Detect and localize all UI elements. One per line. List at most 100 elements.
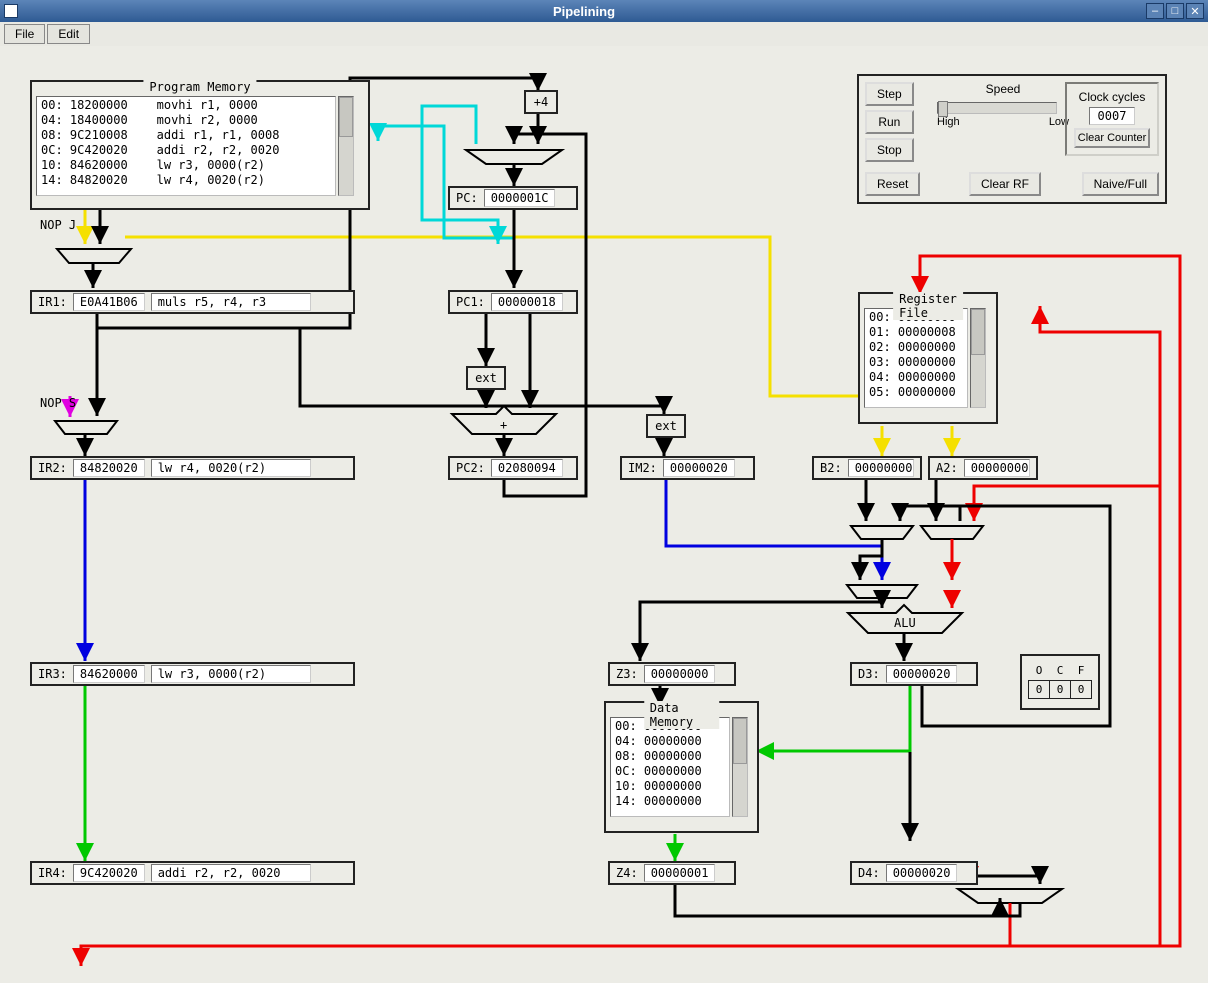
d3-register: D3: 00000020 bbox=[850, 662, 978, 686]
ir1-asm: muls r5, r4, r3 bbox=[151, 293, 311, 311]
register-file-caption: Register File bbox=[893, 292, 963, 320]
menu-edit[interactable]: Edit bbox=[47, 24, 90, 44]
im2-value: 00000020 bbox=[663, 459, 735, 477]
menu-file[interactable]: File bbox=[4, 24, 45, 44]
nop-j-label: NOP J bbox=[40, 218, 76, 232]
ocf-value-o: 0 bbox=[1029, 680, 1050, 698]
window-maximize-button[interactable]: □ bbox=[1166, 3, 1184, 19]
rf-row: 05: 00000000 bbox=[869, 385, 963, 400]
rf-row: 02: 00000000 bbox=[869, 340, 963, 355]
clock-cycles-value: 0007 bbox=[1089, 107, 1135, 125]
pc1-label: PC1: bbox=[456, 295, 485, 309]
z4-register: Z4: 00000001 bbox=[608, 861, 736, 885]
a2-label: A2: bbox=[936, 461, 958, 475]
nop-s-label: NOP S bbox=[40, 396, 76, 410]
alu-label: ALU bbox=[894, 616, 916, 630]
dm-row: 0C: 00000000 bbox=[615, 764, 725, 779]
ir1-hex: E0A41B06 bbox=[73, 293, 145, 311]
dm-row: 14: 00000000 bbox=[615, 794, 725, 809]
z3-label: Z3: bbox=[616, 667, 638, 681]
dm-row: 08: 00000000 bbox=[615, 749, 725, 764]
d4-register: D4: 00000020 bbox=[850, 861, 978, 885]
clear-rf-button[interactable]: Clear RF bbox=[969, 172, 1041, 196]
ocf-table: O C F 0 0 0 bbox=[1028, 662, 1092, 699]
stop-button[interactable]: Stop bbox=[865, 138, 914, 162]
rf-row: 04: 00000000 bbox=[869, 370, 963, 385]
pc1-value: 00000018 bbox=[491, 293, 563, 311]
pc2-value: 02080094 bbox=[491, 459, 563, 477]
ocf-header-c: C bbox=[1050, 662, 1071, 680]
pc-label: PC: bbox=[456, 191, 478, 205]
ir3-asm: lw r3, 0000(r2) bbox=[151, 665, 311, 683]
pm-row: 14: 84820020 lw r4, 0020(r2) bbox=[41, 173, 331, 188]
b2-value: 00000000 bbox=[848, 459, 914, 477]
z4-label: Z4: bbox=[616, 866, 638, 880]
data-memory-list[interactable]: 00: 00000000 04: 00000000 08: 00000000 0… bbox=[610, 717, 730, 817]
b2-label: B2: bbox=[820, 461, 842, 475]
window-close-button[interactable]: ✕ bbox=[1186, 3, 1204, 19]
pc-value: 0000001C bbox=[484, 189, 556, 207]
plus-label: + bbox=[500, 418, 507, 432]
ext2-box: ext bbox=[646, 414, 686, 438]
pc1-register: PC1: 00000018 bbox=[448, 290, 578, 314]
im2-register: IM2: 00000020 bbox=[620, 456, 755, 480]
ir4-register: IR4: 9C420020 addi r2, r2, 0020 bbox=[30, 861, 355, 885]
ir1-label: IR1: bbox=[38, 295, 67, 309]
window-app-icon bbox=[4, 4, 18, 18]
ir2-asm: lw r4, 0020(r2) bbox=[151, 459, 311, 477]
register-file-panel: Register File 00: 00000000 01: 00000008 … bbox=[858, 292, 998, 424]
speed-slider[interactable] bbox=[937, 102, 1057, 114]
control-panel: Step Run Stop Reset Speed High Low Clear… bbox=[857, 74, 1167, 204]
register-file-list[interactable]: 00: 00000000 01: 00000008 02: 00000000 0… bbox=[864, 308, 968, 408]
window-titlebar: Pipelining – □ ✕ bbox=[0, 0, 1208, 22]
ext1-box: ext bbox=[466, 366, 506, 390]
a2-value: 00000000 bbox=[964, 459, 1030, 477]
plus4-box: +4 bbox=[524, 90, 558, 114]
pipeline-canvas: Program Memory 00: 18200000 movhi r1, 00… bbox=[0, 46, 1208, 983]
ir4-asm: addi r2, r2, 0020 bbox=[151, 864, 311, 882]
a2-register: A2: 00000000 bbox=[928, 456, 1038, 480]
speed-high-label: High bbox=[937, 116, 960, 128]
window-minimize-button[interactable]: – bbox=[1146, 3, 1164, 19]
ocf-header-o: O bbox=[1029, 662, 1050, 680]
ir4-label: IR4: bbox=[38, 866, 67, 880]
run-button[interactable]: Run bbox=[865, 110, 914, 134]
pm-row: 0C: 9C420020 addi r2, r2, 0020 bbox=[41, 143, 331, 158]
reset-button[interactable]: Reset bbox=[865, 172, 920, 196]
ir1-register: IR1: E0A41B06 muls r5, r4, r3 bbox=[30, 290, 355, 314]
dm-row: 04: 00000000 bbox=[615, 734, 725, 749]
ocf-value-c: 0 bbox=[1050, 680, 1071, 698]
clear-counter-button[interactable]: Clear Counter bbox=[1074, 128, 1150, 148]
dm-row: 10: 00000000 bbox=[615, 779, 725, 794]
pm-row: 04: 18400000 movhi r2, 0000 bbox=[41, 113, 331, 128]
ir3-label: IR3: bbox=[38, 667, 67, 681]
window-title: Pipelining bbox=[24, 4, 1144, 19]
program-memory-scrollbar[interactable] bbox=[338, 96, 354, 196]
rf-row: 01: 00000008 bbox=[869, 325, 963, 340]
pm-row: 08: 9C210008 addi r1, r1, 0008 bbox=[41, 128, 331, 143]
ir2-label: IR2: bbox=[38, 461, 67, 475]
program-memory-list[interactable]: 00: 18200000 movhi r1, 0000 04: 18400000… bbox=[36, 96, 336, 196]
speed-label: Speed bbox=[937, 82, 1069, 96]
step-button[interactable]: Step bbox=[865, 82, 914, 106]
program-memory-caption: Program Memory bbox=[143, 80, 256, 94]
pc-register: PC: 0000001C bbox=[448, 186, 578, 210]
register-file-scrollbar[interactable] bbox=[970, 308, 986, 408]
ext2-label: ext bbox=[655, 419, 677, 433]
ir2-hex: 84820020 bbox=[73, 459, 145, 477]
naive-full-button[interactable]: Naive/Full bbox=[1082, 172, 1159, 196]
pm-row: 00: 18200000 movhi r1, 0000 bbox=[41, 98, 331, 113]
menubar: File Edit bbox=[0, 22, 1208, 46]
d4-value: 00000020 bbox=[886, 864, 958, 882]
ir4-hex: 9C420020 bbox=[73, 864, 145, 882]
z4-value: 00000001 bbox=[644, 864, 716, 882]
ocf-header-f: F bbox=[1071, 662, 1092, 680]
plus4-label: +4 bbox=[534, 95, 548, 109]
d3-label: D3: bbox=[858, 667, 880, 681]
d4-label: D4: bbox=[858, 866, 880, 880]
rf-row: 03: 00000000 bbox=[869, 355, 963, 370]
data-memory-panel: Data Memory 00: 00000000 04: 00000000 08… bbox=[604, 701, 759, 833]
data-memory-scrollbar[interactable] bbox=[732, 717, 748, 817]
im2-label: IM2: bbox=[628, 461, 657, 475]
ir3-hex: 84620000 bbox=[73, 665, 145, 683]
